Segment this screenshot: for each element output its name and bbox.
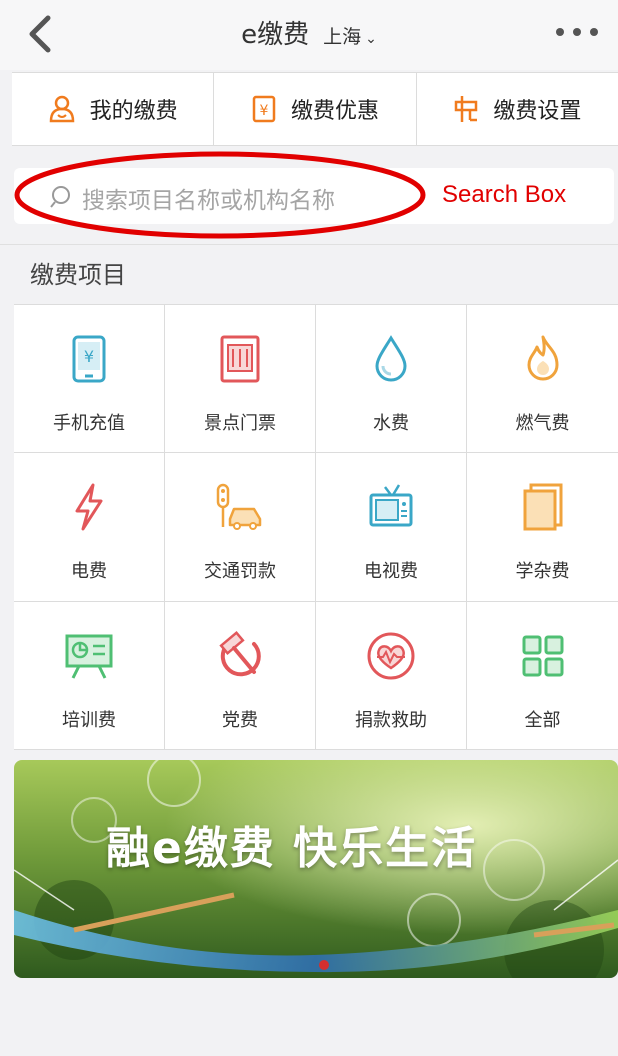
tab-settings[interactable]: 缴费设置	[417, 73, 618, 145]
grid-all-icon	[522, 635, 563, 677]
grid-item-phone-topup[interactable]: ¥ 手机充值	[14, 305, 165, 454]
payment-items-grid: ¥ 手机充值 景点门票 水费 燃气费 电费 交通罚款 电视费 学杂费 培训费 党…	[14, 304, 618, 750]
book-icon	[523, 483, 562, 531]
banner-slogan: 融e缴费 快乐生活	[106, 823, 478, 874]
settings-icon	[455, 96, 478, 122]
annotation-label: Search Box	[442, 181, 567, 208]
tab-my-payments[interactable]: 我的缴费	[12, 73, 215, 145]
grid-item-all[interactable]: 全部	[467, 602, 618, 750]
grid-item-label: 全部	[524, 709, 561, 731]
svg-text:¥: ¥	[260, 103, 269, 119]
grid-item-label: 交通罚款	[204, 561, 276, 583]
grid-item-label: 电视费	[364, 561, 418, 583]
page-title: e缴费 上海 ⌄	[0, 14, 618, 51]
grid-item-tuition[interactable]: 学杂费	[467, 453, 618, 602]
section-title: 缴费项目	[0, 244, 618, 304]
promo-banner[interactable]: 融e缴费 快乐生活	[14, 760, 618, 978]
chevron-down-icon[interactable]: ⌄	[365, 31, 377, 47]
presentation-icon	[65, 634, 113, 679]
grid-item-donation[interactable]: 捐款救助	[316, 601, 467, 750]
lightning-icon	[75, 483, 103, 531]
grid-item-party-fee[interactable]: 党费	[165, 601, 316, 750]
grid-item-gas[interactable]: 燃气费	[467, 305, 618, 454]
grid-item-traffic-fine[interactable]: 交通罚款	[165, 453, 316, 602]
nav-bar: e缴费 上海 ⌄	[0, 0, 618, 70]
grid-item-label: 燃气费	[515, 413, 570, 434]
heart-icon	[367, 632, 415, 680]
tab-label: 缴费设置	[493, 99, 582, 124]
water-drop-icon	[375, 335, 407, 382]
grid-item-label: 捐款救助	[355, 709, 427, 731]
more-icon[interactable]	[552, 22, 602, 42]
coupon-icon: ¥	[252, 95, 276, 123]
grid-item-label: 党费	[222, 709, 258, 731]
tab-label: 缴费优惠	[290, 99, 379, 124]
title-text: e缴费	[241, 20, 310, 50]
tab-label: 我的缴费	[89, 99, 178, 124]
tab-offers[interactable]: ¥ 缴费优惠	[214, 73, 417, 145]
hammer-sickle-icon	[219, 630, 261, 676]
grid-item-water[interactable]: 水费	[316, 305, 467, 454]
traffic-car-icon	[216, 484, 262, 531]
grid-item-label: 培训费	[62, 709, 116, 731]
annotation-ellipse	[14, 151, 426, 239]
grid-item-training[interactable]: 培训费	[14, 601, 165, 750]
phone-topup-icon: ¥	[72, 335, 106, 383]
grid-item-label: 手机充值	[53, 413, 125, 434]
svg-text:¥: ¥	[84, 347, 94, 366]
grid-item-label: 学杂费	[515, 561, 570, 583]
flame-icon	[527, 335, 558, 381]
grid-item-label: 电费	[71, 561, 107, 583]
grid-item-electricity[interactable]: 电费	[14, 453, 165, 602]
person-icon	[49, 95, 74, 123]
quick-tabs: 我的缴费 ¥ 缴费优惠 缴费设置	[12, 72, 618, 146]
tv-icon	[369, 484, 413, 527]
grid-item-label: 景点门票	[204, 413, 276, 434]
city-selector[interactable]: 上海	[323, 26, 361, 48]
ticket-icon	[220, 335, 260, 383]
grid-item-ticket[interactable]: 景点门票	[165, 305, 316, 454]
grid-item-label: 水费	[373, 413, 409, 434]
grid-item-tv[interactable]: 电视费	[316, 453, 467, 602]
